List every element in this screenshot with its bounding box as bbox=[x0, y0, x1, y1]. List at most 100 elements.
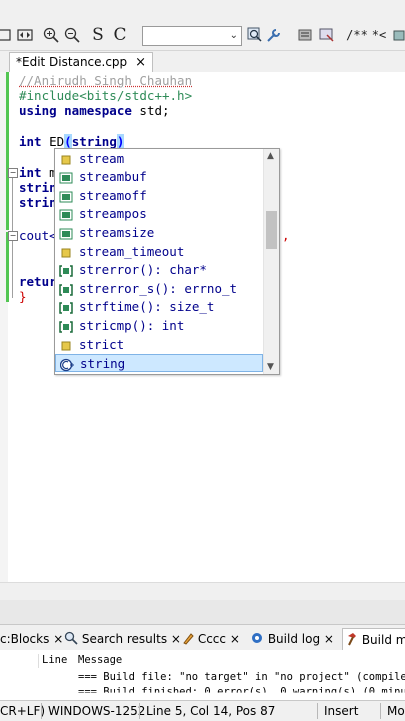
scroll-up-icon[interactable]: ▲ bbox=[267, 151, 274, 161]
column-header-line[interactable]: Line bbox=[42, 654, 67, 666]
autocomplete-item-label: string bbox=[80, 355, 125, 373]
status-position: Line 5, Col 14, Pos 87 bbox=[146, 701, 275, 721]
brace-match-open: ( bbox=[64, 134, 72, 149]
status-encoding: WINDOWS-1252 bbox=[48, 701, 145, 721]
autocomplete-item[interactable]: streambuf bbox=[55, 168, 263, 186]
frame-icon[interactable] bbox=[0, 25, 12, 45]
code-line-11-tail: , bbox=[282, 228, 290, 243]
autocomplete-item[interactable]: streamoff bbox=[55, 187, 263, 205]
close-icon[interactable]: × bbox=[230, 632, 240, 646]
class-plus-icon bbox=[60, 358, 74, 370]
clear-icon[interactable]: C bbox=[112, 25, 128, 45]
editor-tabbar: *Edit Distance.cpp × bbox=[0, 52, 405, 73]
close-icon[interactable]: × bbox=[171, 632, 181, 646]
tab-codeblocks-log[interactable]: c:Blocks × bbox=[0, 628, 56, 650]
autocomplete-item-label: streamsize bbox=[79, 224, 154, 242]
autocomplete-item[interactable]: strerror_s(): errno_t bbox=[55, 280, 263, 298]
find-icon[interactable] bbox=[247, 25, 263, 45]
scroll-down-icon[interactable]: ▼ bbox=[267, 362, 274, 372]
settings-wrench-icon[interactable] bbox=[265, 25, 283, 45]
function-icon bbox=[59, 264, 73, 276]
changed-lines-marker bbox=[6, 232, 9, 302]
select-icon[interactable]: S bbox=[90, 25, 106, 45]
code-line-13: retur bbox=[19, 274, 57, 289]
function-name: ED bbox=[42, 134, 65, 149]
hammer-icon bbox=[346, 632, 358, 646]
column-header-message[interactable]: Message bbox=[78, 654, 122, 666]
log-row[interactable]: === Build finished: 0 error(s), 0 warnin… bbox=[78, 686, 405, 698]
autocomplete-item[interactable]: strict bbox=[55, 336, 263, 354]
typedef-icon bbox=[59, 339, 73, 351]
tab-cccc[interactable]: Cccc × bbox=[182, 628, 240, 650]
autocomplete-item-label: strftime(): size_t bbox=[79, 298, 214, 316]
scrollbar-thumb[interactable] bbox=[266, 211, 277, 249]
autocomplete-item[interactable]: stricmp(): int bbox=[55, 317, 263, 335]
function-icon bbox=[59, 283, 73, 295]
editor-horizontal-scrollbar[interactable] bbox=[0, 582, 405, 601]
autocomplete-item-label: streamoff bbox=[79, 187, 147, 205]
class-icon bbox=[59, 208, 73, 220]
class-icon bbox=[59, 171, 73, 183]
autocomplete-item[interactable]: streamsize bbox=[55, 224, 263, 242]
log-row[interactable]: === Build file: "no target" in "no proje… bbox=[78, 671, 405, 683]
threads-icon[interactable] bbox=[296, 25, 314, 45]
close-icon[interactable]: × bbox=[324, 632, 334, 646]
typedef-icon bbox=[59, 153, 73, 165]
debug-windows-icon[interactable] bbox=[318, 25, 336, 45]
autocomplete-scrollbar[interactable]: ▲ ▼ bbox=[263, 149, 279, 374]
code-text: std; bbox=[132, 103, 170, 118]
autocomplete-item-label: streambuf bbox=[79, 168, 147, 186]
autocomplete-item-label: strerror(): char* bbox=[79, 261, 207, 279]
line-comment-icon[interactable]: *< bbox=[370, 25, 388, 45]
status-separator bbox=[380, 703, 381, 719]
autocomplete-item-label: strerror_s(): errno_t bbox=[79, 280, 237, 298]
tab-build-log[interactable]: Build log × bbox=[250, 628, 334, 650]
autocomplete-item[interactable]: strftime(): size_t bbox=[55, 298, 263, 316]
autocomplete-item[interactable]: streampos bbox=[55, 205, 263, 223]
status-separator bbox=[139, 703, 140, 719]
tab-label: c:Blocks bbox=[0, 632, 49, 646]
autocomplete-popup: stream streambuf streamoff streampos streams… bbox=[54, 148, 280, 375]
code-line-7: int m bbox=[19, 165, 57, 180]
zoom-out-icon[interactable] bbox=[63, 25, 81, 45]
code-line-1: //Anirudh Singh Chauhan bbox=[19, 73, 192, 88]
autocomplete-item[interactable]: string bbox=[55, 354, 263, 372]
autocomplete-item[interactable]: stream_timeout bbox=[55, 243, 263, 261]
fullscreen-icon[interactable] bbox=[16, 25, 34, 45]
class-icon bbox=[59, 190, 73, 202]
autocomplete-item-label: streampos bbox=[79, 205, 147, 223]
keyword: int bbox=[19, 134, 42, 149]
scope-combo[interactable]: ⌄ bbox=[142, 26, 242, 46]
tab-label: Search results bbox=[82, 632, 167, 646]
chevron-down-icon: ⌄ bbox=[230, 30, 238, 41]
fold-toggle-icon[interactable]: − bbox=[8, 168, 18, 178]
column-file bbox=[0, 654, 39, 668]
zoom-in-icon[interactable] bbox=[42, 25, 60, 45]
pencil-icon bbox=[182, 631, 194, 645]
panel-splitter[interactable] bbox=[0, 600, 405, 625]
logs-tabbar: c:Blocks × Search results × Cccc × Build… bbox=[0, 626, 405, 651]
keyword: using namespace bbox=[19, 103, 132, 118]
search-icon bbox=[64, 631, 78, 645]
doxygen-comment-icon[interactable]: /** bbox=[346, 25, 368, 45]
code-line-14: } bbox=[19, 289, 27, 304]
fold-toggle-icon[interactable]: − bbox=[8, 231, 18, 241]
tab-build-messages[interactable]: Build me bbox=[342, 628, 405, 651]
tab-label: Build log bbox=[268, 632, 320, 646]
keyword: int bbox=[19, 165, 42, 180]
function-icon bbox=[59, 301, 73, 313]
close-icon[interactable]: × bbox=[135, 55, 146, 70]
status-separator bbox=[41, 703, 42, 719]
autocomplete-item[interactable]: strerror(): char* bbox=[55, 261, 263, 279]
tab-label: *Edit Distance.cpp bbox=[16, 55, 127, 69]
class-icon bbox=[59, 227, 73, 239]
code-line-11: cout< bbox=[19, 228, 57, 243]
tab-edit-distance[interactable]: *Edit Distance.cpp × bbox=[9, 52, 153, 73]
code-line-8: strin bbox=[19, 180, 57, 195]
tab-search-results[interactable]: Search results × bbox=[64, 628, 181, 650]
status-eol: CR+LF) bbox=[0, 701, 45, 721]
more-tools-icon[interactable] bbox=[392, 25, 405, 45]
code-line-2: #include<bits/stdc++.h> bbox=[19, 88, 192, 103]
close-icon[interactable]: × bbox=[53, 632, 63, 646]
autocomplete-item[interactable]: stream bbox=[55, 150, 263, 168]
